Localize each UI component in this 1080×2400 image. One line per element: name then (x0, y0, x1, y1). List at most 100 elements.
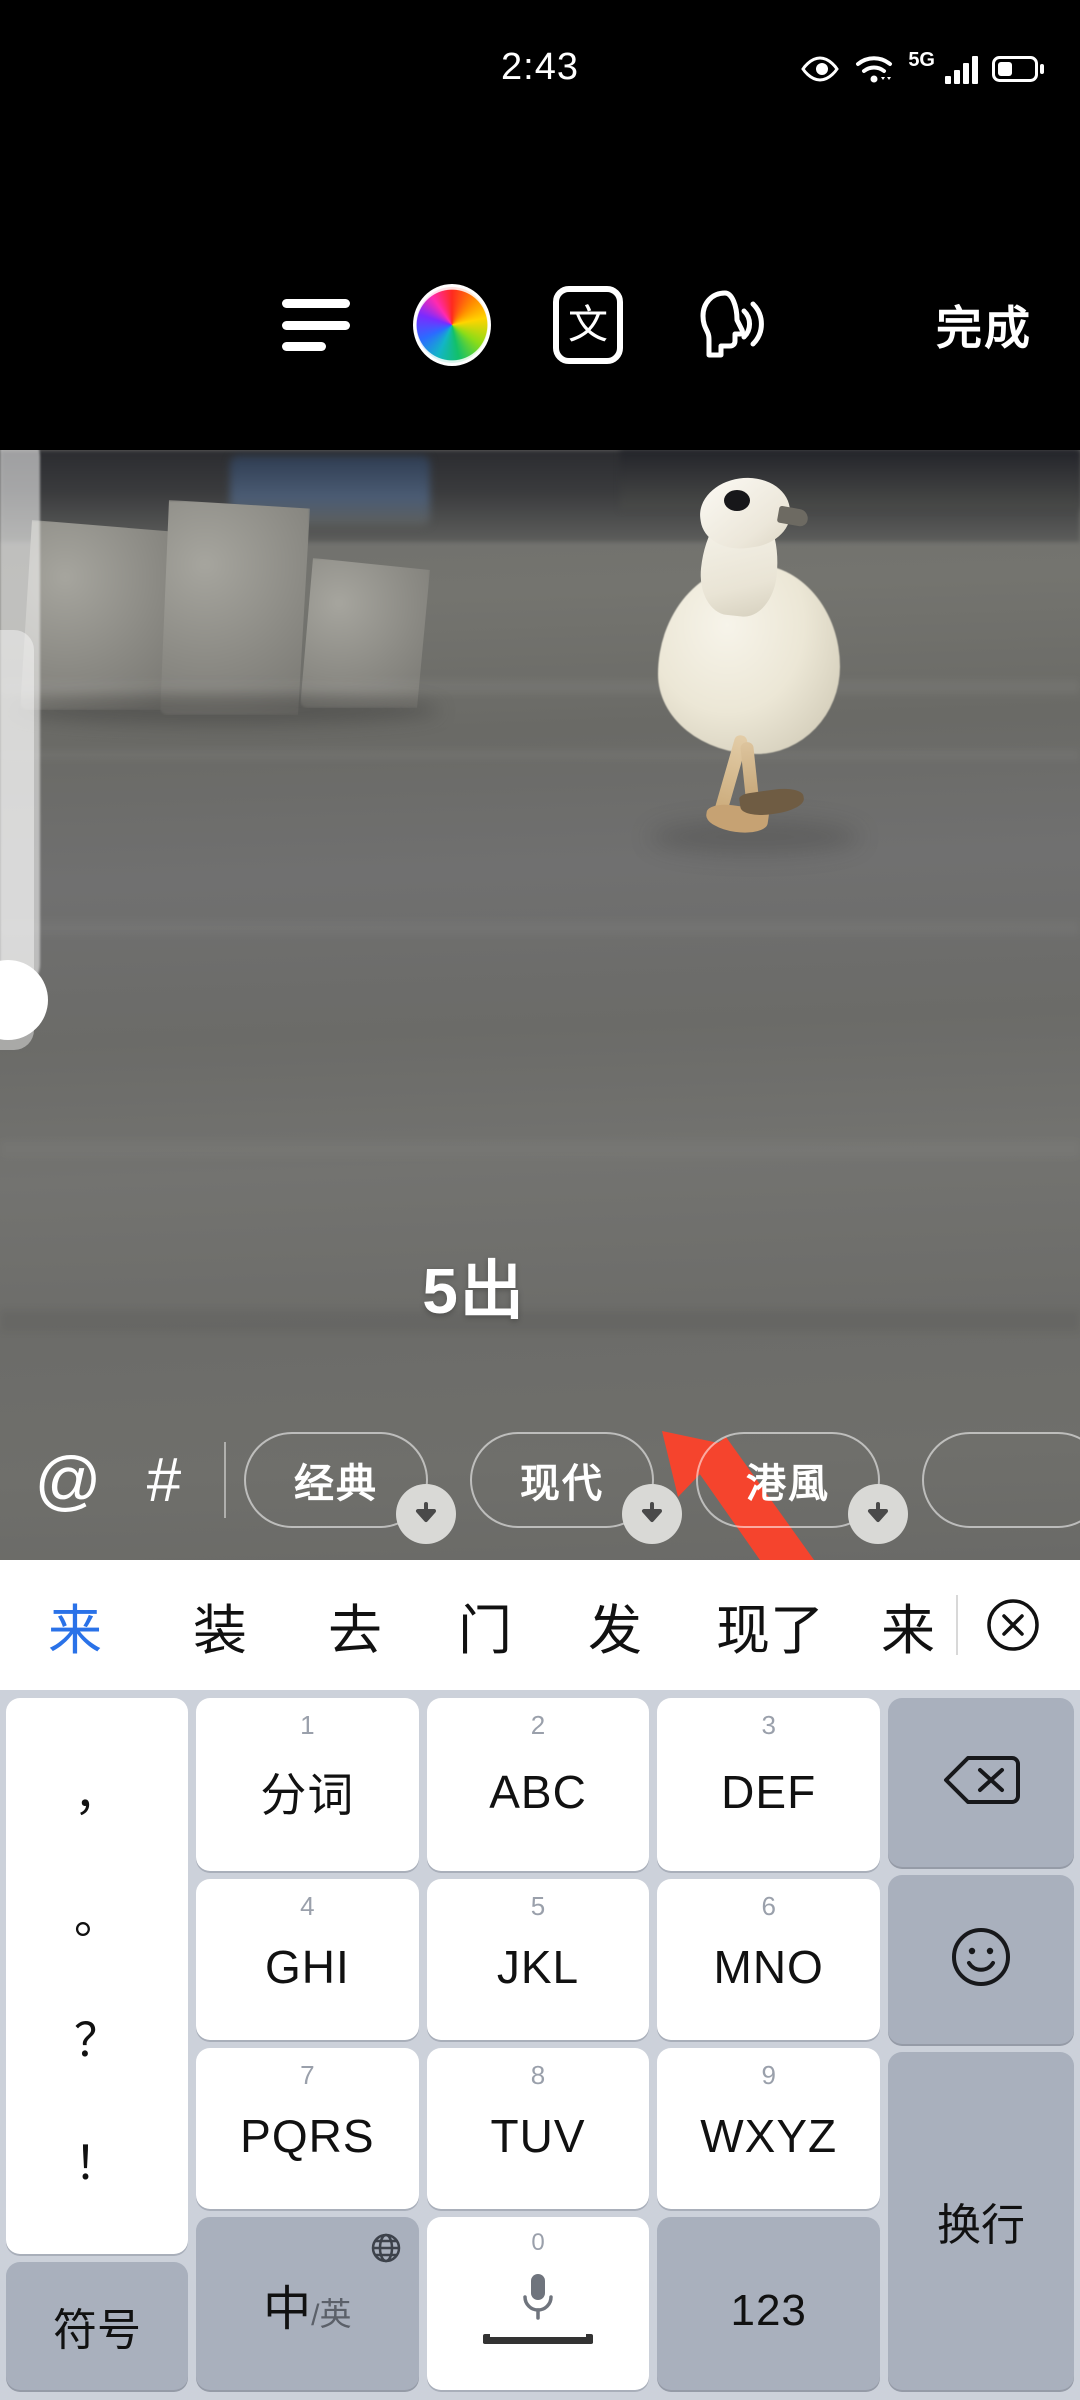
language-secondary: 英 (319, 2295, 352, 2332)
phone-screen: 2:43 5G 文 完成 5出 @ # 经典 现代 港風 来 装 去 门 发 现… (0, 0, 1080, 2400)
key-3-def[interactable]: 3 DEF (657, 1698, 881, 1871)
font-style-icon: 文 (553, 286, 623, 364)
punctuation-comma[interactable]: ， (74, 1771, 120, 1817)
candidate-item[interactable]: 来 (860, 1560, 956, 1690)
candidate-item[interactable]: 去 (290, 1560, 420, 1690)
media-canvas[interactable]: 5出 (0, 450, 1080, 1560)
text-color-button[interactable] (384, 270, 520, 380)
key-9-wxyz[interactable]: 9 WXYZ (657, 2048, 881, 2209)
style-chip-classic[interactable]: 经典 (244, 1432, 456, 1544)
numeric-key-label: 123 (730, 2285, 807, 2335)
keyboard-punctuation-column: ， 。 ？ ！ 符号 (6, 1698, 188, 2390)
language-switch-key[interactable]: 中 / 英 (196, 2217, 419, 2390)
ground-sheen (0, 920, 1080, 936)
punctuation-question[interactable]: ？ (74, 2017, 120, 2063)
keyboard: ， 。 ？ ！ 符号 1 分词 2 ABC 3 DEF 4 GHI 5 JKL … (0, 1690, 1080, 2400)
style-chip-next[interactable] (922, 1432, 1080, 1528)
text-to-speech-icon (681, 285, 767, 365)
candidate-bar: 来 装 去 门 发 现了 来 (0, 1560, 1080, 1690)
backspace-key[interactable] (888, 1698, 1074, 1867)
hashtag-icon[interactable]: # (116, 1400, 212, 1560)
battery-icon (992, 55, 1044, 83)
return-key[interactable]: 换行 (888, 2052, 1074, 2390)
language-switch-label: 中 / 英 (263, 2269, 351, 2339)
emoji-smiley-icon (948, 1924, 1014, 1995)
candidate-item[interactable]: 装 (150, 1560, 290, 1690)
backspace-icon (942, 1752, 1020, 1813)
numeric-key[interactable]: 123 (657, 2217, 881, 2390)
key-5-jkl[interactable]: 5 JKL (426, 1879, 650, 2040)
key-2-abc[interactable]: 2 ABC (426, 1698, 650, 1871)
ground-sheen (0, 1140, 1080, 1158)
key-label: GHI (264, 1940, 350, 1993)
key-label: PQRS (240, 2109, 375, 2162)
key-number: 4 (300, 1891, 315, 1921)
mention-icon[interactable]: @ (20, 1400, 116, 1560)
key-6-mno[interactable]: 6 MNO (657, 1879, 881, 2040)
download-arrow-icon[interactable] (622, 1484, 682, 1544)
style-chip-modern[interactable]: 现代 (470, 1432, 682, 1544)
ground-sheen (0, 750, 1080, 760)
keyboard-row-1: 1 分词 2 ABC 3 DEF (196, 1698, 881, 1871)
duck-eye (724, 490, 750, 511)
language-separator: / (311, 2298, 320, 2332)
microphone-icon[interactable] (483, 2270, 593, 2344)
left-drag-handle[interactable] (0, 960, 48, 1040)
color-wheel-icon (413, 284, 491, 366)
key-7-pqrs[interactable]: 7 PQRS (196, 2048, 419, 2209)
style-chip-bar: @ # 经典 现代 港風 (0, 1400, 1080, 1560)
candidate-item[interactable]: 门 (420, 1560, 550, 1690)
key-number: 2 (530, 1710, 546, 1740)
language-primary: 中 (263, 2282, 312, 2336)
emoji-key[interactable] (888, 1875, 1074, 2044)
download-arrow-icon[interactable] (396, 1484, 456, 1544)
keyboard-row-2: 4 GHI 5 JKL 6 MNO (196, 1879, 881, 2040)
key-number: 1 (300, 1710, 315, 1740)
text-to-speech-button[interactable] (656, 270, 792, 380)
punctuation-key[interactable]: ， 。 ？ ！ (6, 1698, 188, 2254)
candidate-item[interactable]: 现了 (680, 1560, 860, 1690)
space-key-number: 0 (531, 2229, 545, 2256)
key-label: ABC (489, 1765, 587, 1818)
style-chip-hongkong[interactable]: 港風 (696, 1432, 908, 1544)
punctuation-exclamation[interactable]: ！ (74, 2140, 120, 2186)
keyboard-row-4: 中 / 英 0 123 (196, 2217, 881, 2390)
key-number: 7 (300, 2060, 315, 2090)
symbols-key[interactable]: 符号 (6, 2262, 188, 2390)
key-label: WXYZ (700, 2109, 838, 2162)
keyboard-row-3: 7 PQRS 8 TUV 9 WXYZ (196, 2048, 881, 2209)
duck-subject (640, 454, 880, 874)
candidate-item[interactable]: 来 (0, 1560, 150, 1690)
key-number: 9 (761, 2060, 776, 2090)
key-number: 5 (530, 1891, 546, 1921)
overlay-text[interactable]: 5出 (422, 1240, 526, 1332)
key-label: JKL (496, 1940, 580, 1993)
editor-toolbar-buttons: 文 (0, 270, 1080, 380)
key-label: TUV (490, 2109, 586, 2162)
key-number: 8 (530, 2060, 546, 2090)
close-circle-icon[interactable] (958, 1560, 1068, 1690)
space-bar-glyph (483, 2333, 593, 2344)
style-chip-label: 现代 (520, 1461, 604, 1506)
candidate-item[interactable]: 发 (550, 1560, 680, 1690)
ground-sheen (0, 680, 1080, 694)
download-arrow-icon[interactable] (848, 1484, 908, 1544)
key-number: 3 (761, 1710, 776, 1740)
text-align-button[interactable] (248, 270, 384, 380)
done-button[interactable]: 完成 (936, 270, 1032, 380)
punctuation-period[interactable]: 。 (74, 1894, 120, 1940)
space-key[interactable]: 0 (426, 2217, 650, 2390)
key-8-tuv[interactable]: 8 TUV (426, 2048, 650, 2209)
key-label: MNO (713, 1940, 824, 1993)
chip-bar-divider (224, 1442, 226, 1518)
signal-icon (945, 54, 978, 84)
eye-icon (800, 56, 840, 82)
return-key-label: 换行 (937, 2201, 1025, 2250)
symbols-key-label: 符号 (53, 2306, 141, 2355)
key-label: 分词 (260, 1768, 355, 1821)
key-1-fenci[interactable]: 1 分词 (196, 1698, 419, 1871)
font-style-button[interactable]: 文 (520, 270, 656, 380)
stone-shadow (10, 695, 440, 725)
globe-icon[interactable] (369, 2231, 403, 2270)
key-4-ghi[interactable]: 4 GHI (196, 1879, 419, 2040)
